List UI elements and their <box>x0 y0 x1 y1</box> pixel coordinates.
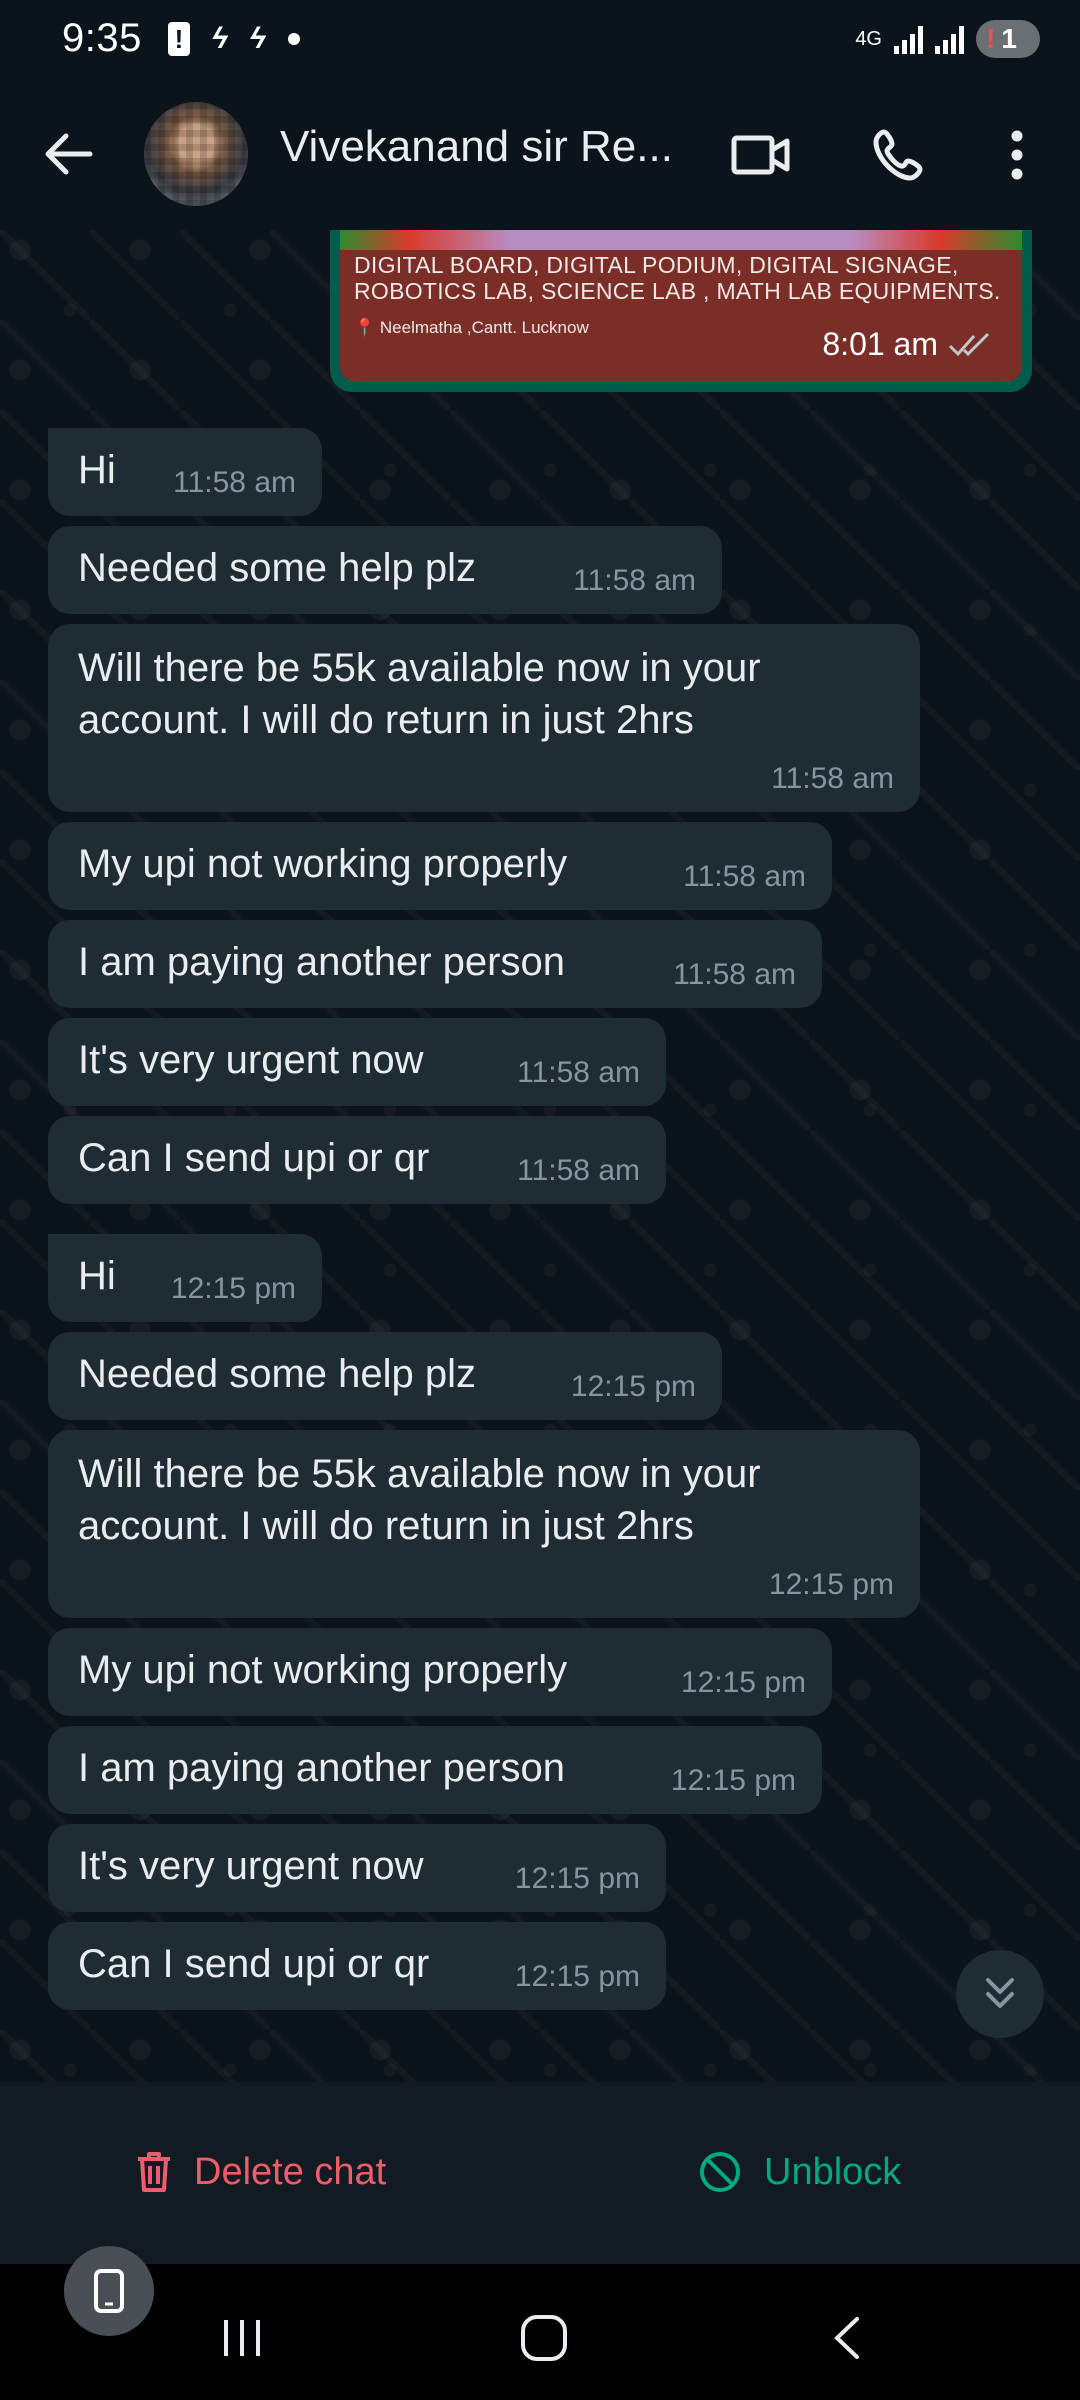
incoming-message[interactable]: I am paying another person 12:15 pm <box>48 1726 822 1814</box>
delete-chat-button[interactable]: Delete chat <box>136 2142 386 2202</box>
alert-icon: ! <box>168 22 190 56</box>
delete-chat-label: Delete chat <box>194 2150 387 2193</box>
status-bar: 9:35 ! ϟ ϟ 4G ! 1 <box>0 0 1080 80</box>
message-text: Can I send upi or qr <box>78 1942 430 1986</box>
message-time: 11:58 am <box>517 1056 640 1089</box>
image-message-time: 8:01 am <box>822 326 992 363</box>
chat-header: Vivekanand sir Re... <box>0 80 1080 230</box>
incoming-message[interactable]: My upi not working properly 11:58 am <box>48 822 832 910</box>
message-text: I am paying another person <box>78 940 565 984</box>
video-call-icon[interactable] <box>726 120 796 190</box>
more-notifications-dot-icon <box>287 33 300 45</box>
status-time: 9:35 <box>62 16 142 60</box>
message-time: 12:15 pm <box>514 1862 640 1895</box>
back-arrow-icon[interactable] <box>36 122 100 186</box>
voice-call-icon[interactable] <box>864 120 934 190</box>
battery-warning-icon: ! <box>986 23 996 54</box>
image-text-line: ROBOTICS LAB, SCIENCE LAB , MATH LAB EQU… <box>354 278 1001 304</box>
message-time: 11:58 am <box>173 466 296 499</box>
message-time: 12:15 pm <box>670 1764 796 1797</box>
contact-name[interactable]: Vivekanand sir Re... <box>280 122 700 172</box>
incoming-message[interactable]: Will there be 55k available now in your … <box>48 1430 920 1618</box>
image-banner <box>340 230 1022 250</box>
incoming-message[interactable]: Needed some help plz 12:15 pm <box>48 1332 722 1420</box>
message-text: It's very urgent now <box>78 1844 424 1888</box>
location-pin-icon: 📍 <box>354 318 376 337</box>
image-message[interactable]: DIGITAL BOARD, DIGITAL PODIUM, DIGITAL S… <box>330 230 1032 392</box>
home-icon[interactable] <box>514 2308 574 2368</box>
incoming-message[interactable]: My upi not working properly 12:15 pm <box>48 1628 832 1716</box>
double-check-icon <box>948 332 990 356</box>
scroll-to-bottom-button[interactable] <box>956 1950 1044 2038</box>
back-nav-icon[interactable] <box>816 2308 876 2368</box>
phone-device-icon <box>94 2269 124 2313</box>
signal-icon <box>935 24 964 54</box>
unblock-button[interactable]: Unblock <box>698 2142 901 2202</box>
network-type: 4G <box>855 28 882 50</box>
message-text: account. I will do return in just 2hrs <box>78 698 694 742</box>
incoming-message[interactable]: Will there be 55k available now in your … <box>48 624 920 812</box>
incoming-message[interactable]: Hi 12:15 pm <box>48 1234 322 1322</box>
message-text: My upi not working properly <box>78 1648 568 1692</box>
incoming-message[interactable]: It's very urgent now 12:15 pm <box>48 1824 666 1912</box>
incoming-message[interactable]: Can I send upi or qr 12:15 pm <box>48 1922 666 2010</box>
message-text: Will there be 55k available now in your <box>78 1452 761 1496</box>
message-text: Hi <box>78 1254 116 1298</box>
image-text-line: DIGITAL BOARD, DIGITAL PODIUM, DIGITAL S… <box>354 252 959 278</box>
location-text: Neelmatha ,Cantt. Lucknow <box>379 318 589 337</box>
message-text: Needed some help plz <box>78 546 477 590</box>
message-text: My upi not working properly <box>78 842 568 886</box>
signal-icon <box>894 24 923 54</box>
battery-count: 1 <box>1001 23 1017 54</box>
message-time: 11:58 am <box>771 762 894 795</box>
recent-apps-icon[interactable] <box>212 2308 272 2368</box>
incoming-message[interactable]: It's very urgent now 11:58 am <box>48 1018 666 1106</box>
unblock-label: Unblock <box>764 2150 902 2193</box>
floating-phone-button[interactable] <box>64 2246 154 2336</box>
message-time: 11:58 am <box>683 860 806 893</box>
message-time: 12:15 pm <box>570 1370 696 1403</box>
image-location: 📍 Neelmatha ,Cantt. Lucknow <box>354 318 589 338</box>
chat-area[interactable]: DIGITAL BOARD, DIGITAL PODIUM, DIGITAL S… <box>0 230 1080 2082</box>
message-time: 11:58 am <box>573 564 696 597</box>
status-system-icons: 4G ! 1 <box>855 20 1040 58</box>
avatar[interactable] <box>144 102 248 206</box>
block-icon <box>700 2152 740 2192</box>
incoming-message[interactable]: Can I send upi or qr 11:58 am <box>48 1116 666 1204</box>
message-time: 8:01 am <box>822 326 938 362</box>
message-time: 11:58 am <box>517 1154 640 1187</box>
message-time: 11:58 am <box>673 958 796 991</box>
message-time: 12:15 pm <box>680 1666 806 1699</box>
incoming-message[interactable]: Hi 11:58 am <box>48 428 322 516</box>
status-notification-icons: ! ϟ ϟ <box>168 22 300 56</box>
message-time: 12:15 pm <box>768 1568 894 1601</box>
battery-badge: ! 1 <box>976 20 1040 58</box>
navigation-bar <box>0 2264 1080 2400</box>
message-text: Can I send upi or qr <box>78 1136 430 1180</box>
more-options-icon[interactable] <box>982 120 1052 190</box>
incoming-message[interactable]: Needed some help plz 11:58 am <box>48 526 722 614</box>
message-time: 12:15 pm <box>514 1960 640 1993</box>
message-text: Hi <box>78 448 116 492</box>
incoming-message[interactable]: I am paying another person 11:58 am <box>48 920 822 1008</box>
message-text: Will there be 55k available now in your <box>78 646 761 690</box>
message-time: 12:15 pm <box>170 1272 296 1305</box>
charging-icon: ϟ <box>249 22 266 55</box>
message-text: Needed some help plz <box>78 1352 477 1396</box>
message-text: It's very urgent now <box>78 1038 424 1082</box>
charging-icon: ϟ <box>212 22 228 55</box>
blocked-actions-bar: Delete chat Unblock <box>0 2082 1080 2264</box>
image-preview[interactable]: DIGITAL BOARD, DIGITAL PODIUM, DIGITAL S… <box>340 230 1022 382</box>
message-text: I am paying another person <box>78 1746 565 1790</box>
trash-icon <box>138 2152 170 2192</box>
double-chevron-down-icon <box>986 1978 1014 2008</box>
message-text: account. I will do return in just 2hrs <box>78 1504 694 1548</box>
